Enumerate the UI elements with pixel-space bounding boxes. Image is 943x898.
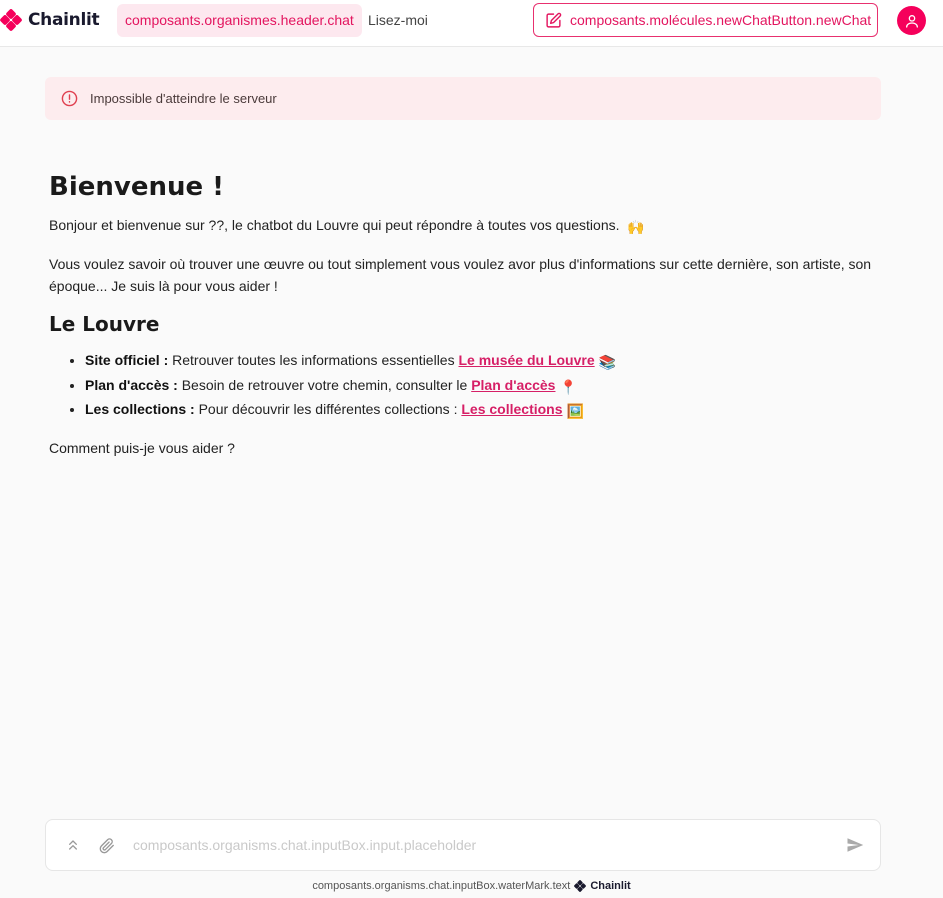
watermark-brand: Chainlit [590,880,631,892]
louvre-links-list: Site officiel : Retrouver toutes les inf… [49,349,889,423]
description-paragraph: Vous voulez savoir où trouver une œuvre … [49,256,872,294]
nav-tab-readme[interactable]: Lisez-moi [368,4,428,37]
list-item-text: Retrouver toutes les informations essent… [168,352,459,368]
list-item-text: Pour découvrir les différentes collectio… [194,401,462,417]
intro-paragraph: Bonjour et bienvenue sur ??, le chatbot … [49,214,889,238]
list-item-text: Besoin de retrouver votre chemin, consul… [177,376,472,393]
alert-text: Impossible d'atteindre le serveur [90,91,277,106]
list-item: Les collections : Pour découvrir les dif… [85,398,889,423]
server-error-alert: Impossible d'atteindre le serveur [45,77,881,120]
chainlit-logo[interactable]: Chainlit [0,8,100,32]
new-chat-label: composants.molécules.newChatButton.newCh… [570,12,872,28]
new-chat-button[interactable]: composants.molécules.newChatButton.newCh… [533,3,878,37]
user-avatar-button[interactable] [897,6,926,35]
link-musee-louvre[interactable]: Le musée du Louvre [458,352,594,368]
picture-emoji: 🖼️ [566,403,584,419]
section-title: Le Louvre [49,312,160,336]
intro-text: Bonjour et bienvenue sur ??, le chatbot … [49,217,620,233]
closing-text: Comment puis-je vous aider ? [49,439,235,456]
user-icon [905,14,918,28]
edit-icon [546,12,562,28]
send-icon[interactable] [846,836,864,854]
chevrons-up-icon[interactable] [65,836,81,854]
welcome-message: Bienvenue ! Bonjour et bienvenue sur ??,… [49,168,889,459]
top-bar: Chainlit composants.organismes.header.ch… [0,0,943,47]
chainlit-logo-icon [0,9,22,31]
nav-tab-chat[interactable]: composants.organismes.header.chat [117,4,362,37]
list-item: Plan d'accès : Besoin de retrouver votre… [85,374,889,399]
paperclip-icon[interactable] [99,836,115,856]
welcome-title: Bienvenue ! [49,172,225,202]
watermark[interactable]: composants.organisms.chat.inputBox.water… [0,880,943,892]
chat-input-box: composants.organisms.chat.inputBox.input… [45,819,881,871]
link-plan-acces[interactable]: Plan d'accès [471,377,555,393]
pin-emoji: 📍 [559,378,577,395]
watermark-text: composants.organisms.chat.inputBox.water… [312,880,571,892]
list-item-label: Les collections : [85,401,195,417]
chat-input[interactable]: composants.organisms.chat.inputBox.input… [133,837,476,853]
list-item-label: Plan d'accès : [85,376,178,393]
brand-name: Chainlit [28,10,100,30]
alert-circle-icon [61,90,78,107]
list-item: Site officiel : Retrouver toutes les inf… [85,349,889,374]
link-collections[interactable]: Les collections [461,401,562,417]
raised-hands-emoji: 🙌 [627,219,645,235]
list-item-label: Site officiel : [85,352,169,368]
chainlit-small-logo-icon [574,880,587,892]
books-emoji: 📚 [598,354,617,370]
